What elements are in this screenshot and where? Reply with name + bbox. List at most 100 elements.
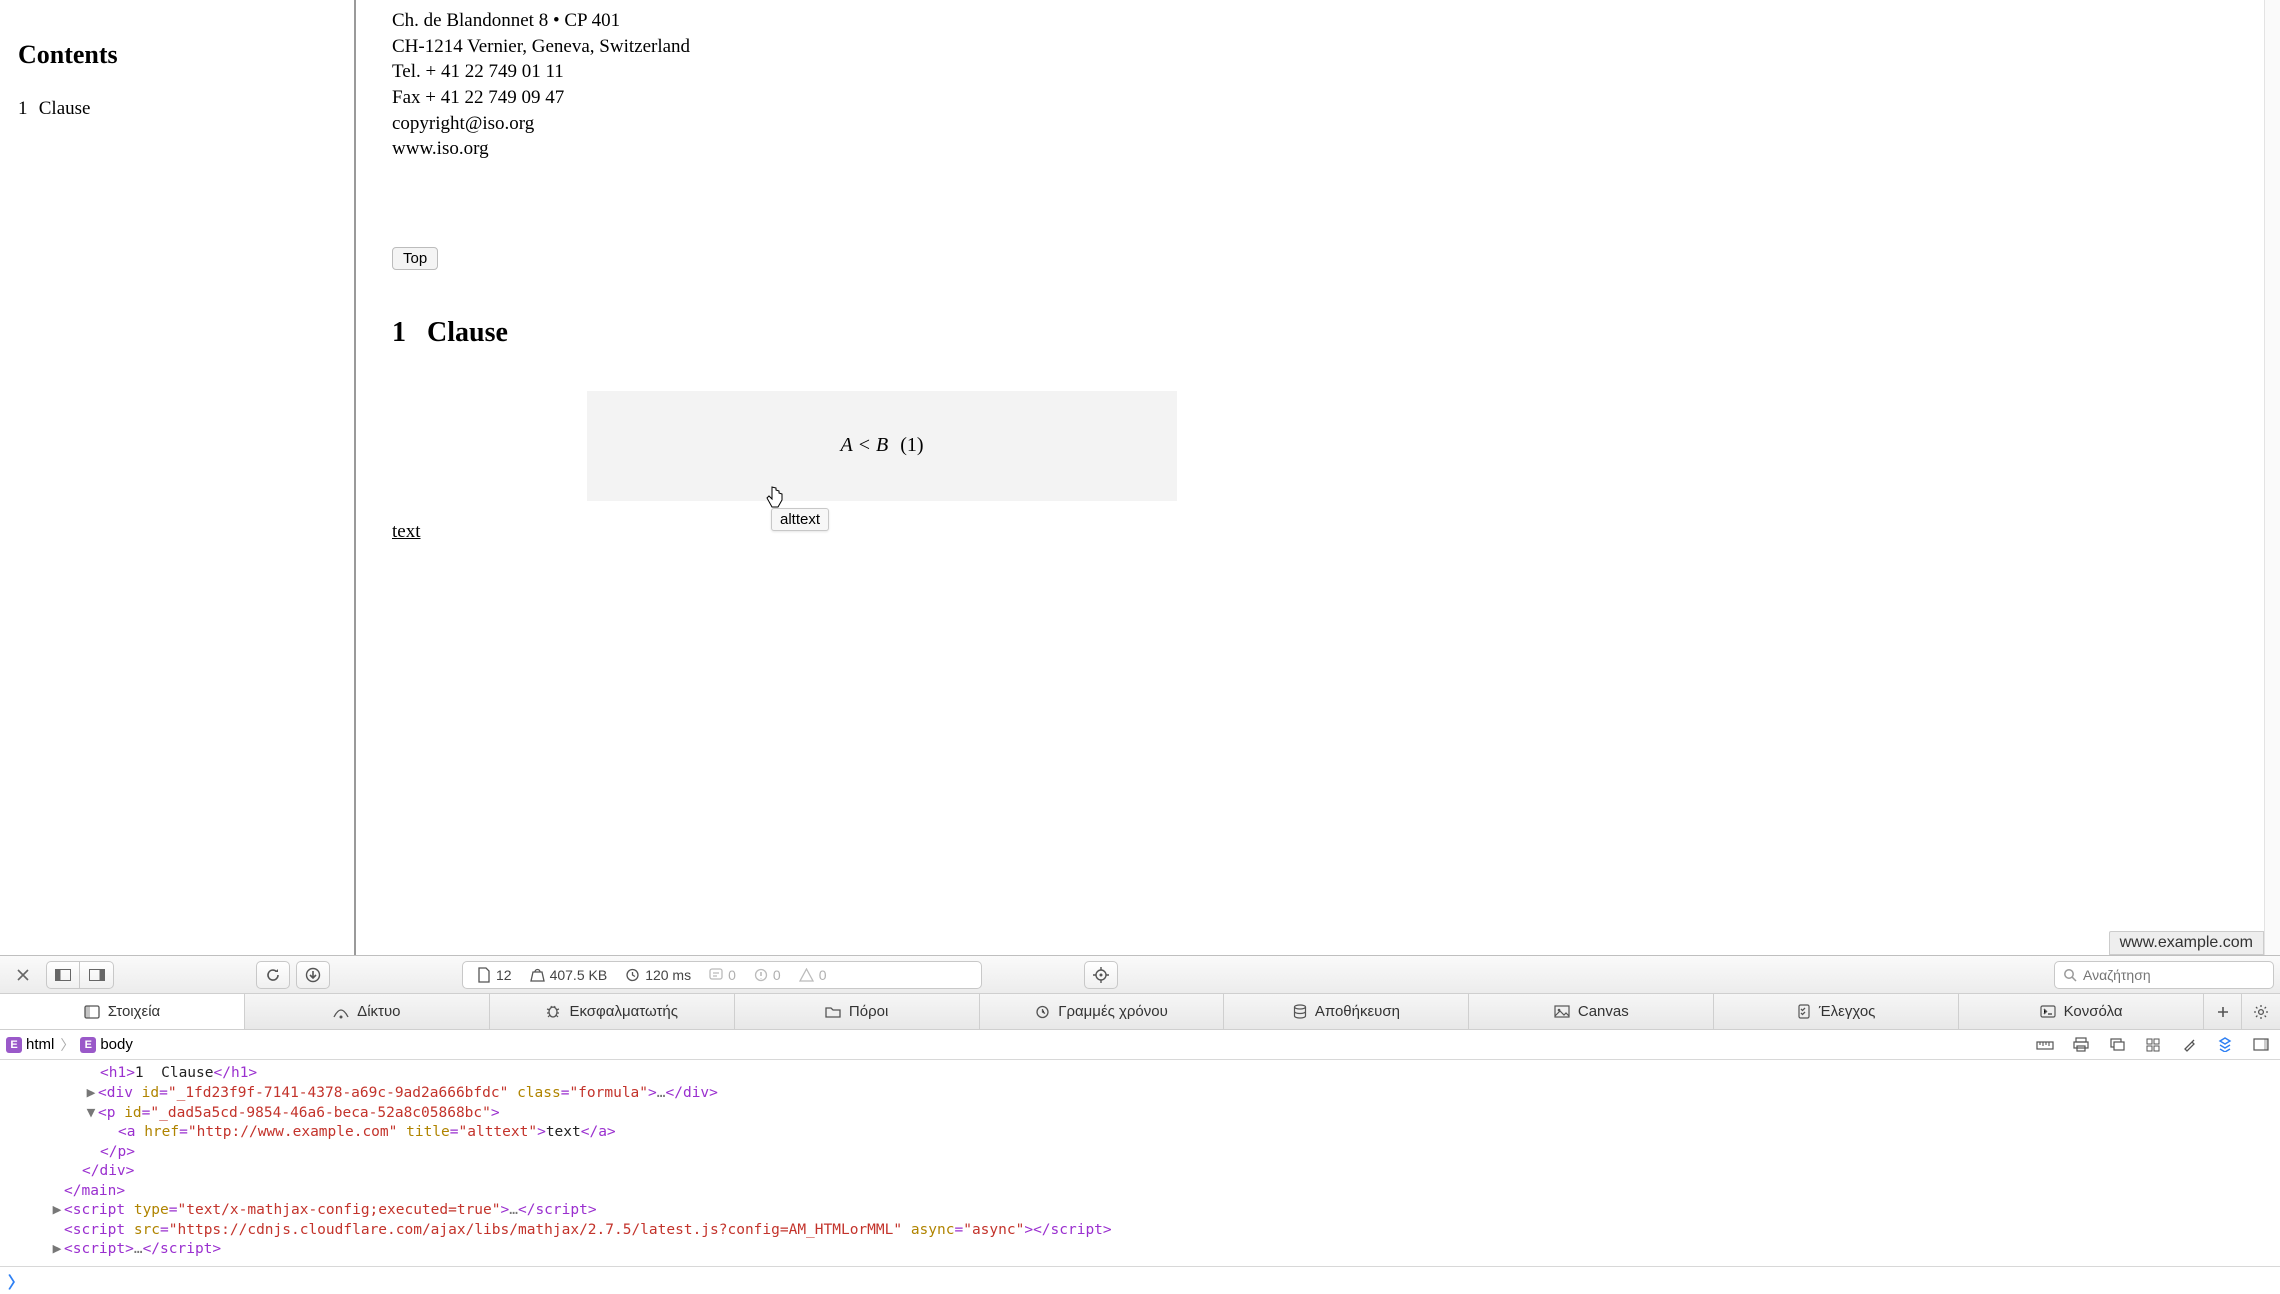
formula-block: A < B (1): [587, 391, 1177, 501]
dock-left-icon: [55, 969, 71, 981]
inspect-element-button[interactable]: [1084, 961, 1118, 989]
shadow-dom-icon[interactable]: [2104, 1034, 2130, 1056]
toggle-right-sidebar-icon[interactable]: [2248, 1034, 2274, 1056]
clause-heading: 1 Clause: [392, 317, 2228, 349]
stat-size-value: 407.5 KB: [550, 967, 608, 983]
section-marker: [392, 298, 2228, 305]
tab-elements[interactable]: Στοιχεία: [0, 994, 245, 1029]
stat-warnings: 0: [799, 967, 827, 983]
tab-label: Αποθήκευση: [1315, 1003, 1400, 1020]
chevron-right-icon: 〉: [8, 1269, 24, 1293]
src: href: [144, 1124, 179, 1140]
disclosure-down-icon[interactable]: ▼: [84, 1104, 98, 1124]
devtools-tabstrip: Στοιχεία Δίκτυο Εκσφαλματωτής Πόροι Γραμ…: [0, 994, 2280, 1030]
tab-label: Έλεγχος: [1819, 1003, 1876, 1020]
tab-debugger[interactable]: Εκσφαλματωτής: [490, 994, 735, 1029]
tab-timelines[interactable]: Γραμμές χρόνου: [980, 994, 1225, 1029]
image-icon: [1554, 1005, 1570, 1018]
close-devtools-button[interactable]: [6, 961, 40, 989]
paint-flashing-icon[interactable]: [2176, 1034, 2202, 1056]
stat-warnings-value: 0: [819, 967, 827, 983]
toc-sidebar: Contents 1 Clause: [0, 0, 354, 955]
crumb-separator: 〉: [60, 1035, 74, 1055]
status-bar-url: www.example.com: [2109, 931, 2264, 955]
devtools-search-input[interactable]: [2083, 967, 2265, 983]
src: title: [406, 1124, 450, 1140]
tab-resources[interactable]: Πόροι: [735, 994, 980, 1029]
weight-icon: [530, 968, 545, 982]
tab-audit[interactable]: Έλεγχος: [1714, 994, 1959, 1029]
devtools-panel: 12 407.5 KB 120 ms 0 0 0: [0, 955, 2280, 1294]
crumb-label: body: [100, 1036, 133, 1053]
formula-op: <: [859, 434, 870, 457]
address-line: CH-1214 Vernier, Geneva, Switzerland: [392, 34, 2228, 60]
src: <div: [98, 1085, 142, 1101]
close-icon: [17, 969, 29, 981]
src: >: [501, 1202, 510, 1218]
address-line: copyright@iso.org: [392, 111, 2228, 137]
warning-icon: [799, 968, 814, 982]
disclosure-right-icon[interactable]: ▶: [50, 1201, 64, 1221]
tab-label: Κονσόλα: [2064, 1003, 2123, 1020]
error-icon: [754, 968, 768, 982]
src: </div>: [82, 1163, 134, 1179]
dock-left-button[interactable]: [46, 961, 80, 989]
src: …: [134, 1241, 143, 1257]
src: "alttext": [459, 1124, 538, 1140]
example-link[interactable]: text: [392, 521, 421, 543]
folder-icon: [825, 1005, 841, 1018]
src: >: [491, 1105, 500, 1121]
disclosure-right-icon[interactable]: ▶: [84, 1084, 98, 1104]
src: </main>: [64, 1183, 125, 1199]
element-badge-icon: E: [6, 1037, 22, 1053]
devtools-search[interactable]: [2054, 961, 2274, 989]
devtools-settings-button[interactable]: [2242, 994, 2280, 1029]
checklist-icon: [1797, 1004, 1811, 1019]
disclosure-right-icon[interactable]: ▶: [50, 1240, 64, 1260]
tab-label: Canvas: [1578, 1003, 1629, 1020]
src: >: [1024, 1222, 1033, 1238]
src: >: [125, 1241, 134, 1257]
clock-icon: [625, 967, 640, 982]
stat-errors: 0: [754, 967, 781, 983]
print-styles-icon[interactable]: [2068, 1034, 2094, 1056]
src: text: [546, 1124, 581, 1140]
tab-storage[interactable]: Αποθήκευση: [1224, 994, 1469, 1029]
stat-requests: 12: [477, 967, 512, 983]
add-tab-button[interactable]: [2204, 994, 2242, 1029]
src: async: [911, 1222, 955, 1238]
dom-tree[interactable]: <h1>1 Clause</h1> ▶<div id="_1fd23f9f-71…: [0, 1060, 2280, 1266]
tab-console[interactable]: Κονσόλα: [1959, 994, 2204, 1029]
toc-item-clause[interactable]: 1 Clause: [18, 98, 336, 120]
element-badge-icon: E: [80, 1037, 96, 1053]
link-tooltip: alttext: [771, 508, 829, 531]
crumb-body[interactable]: E body: [80, 1036, 133, 1053]
compositing-borders-icon[interactable]: [2212, 1034, 2238, 1056]
formula-lhs: A: [840, 434, 852, 457]
vertical-scrollbar[interactable]: [2264, 0, 2280, 955]
src: type: [134, 1202, 169, 1218]
address-line: www.iso.org: [392, 136, 2228, 162]
ruler-icon[interactable]: [2032, 1034, 2058, 1056]
src: "async": [963, 1222, 1024, 1238]
dock-right-button[interactable]: [80, 961, 114, 989]
reload-button[interactable]: [256, 961, 290, 989]
console-prompt[interactable]: 〉: [0, 1266, 2280, 1294]
crumb-html[interactable]: E html: [6, 1036, 54, 1053]
top-button[interactable]: Top: [392, 247, 438, 270]
publisher-address: Ch. de Blandonnet 8 • CP 401 CH-1214 Ver…: [392, 8, 2228, 162]
clause-num: 1: [392, 317, 406, 348]
target-icon: [1092, 967, 1110, 983]
grid-icon[interactable]: [2140, 1034, 2166, 1056]
tab-label: Πόροι: [849, 1003, 888, 1020]
download-button[interactable]: [296, 961, 330, 989]
bug-icon: [545, 1004, 561, 1019]
tab-canvas[interactable]: Canvas: [1469, 994, 1714, 1029]
formula-rhs: B: [876, 434, 888, 457]
src: </p>: [100, 1144, 135, 1160]
src: "_1fd23f9f-7141-4378-a69c-9ad2a666bfdc": [168, 1085, 508, 1101]
address-line: Fax + 41 22 749 09 47: [392, 85, 2228, 111]
toc-title: Contents: [18, 40, 336, 70]
src: "http://www.example.com": [188, 1124, 398, 1140]
tab-network[interactable]: Δίκτυο: [245, 994, 490, 1029]
